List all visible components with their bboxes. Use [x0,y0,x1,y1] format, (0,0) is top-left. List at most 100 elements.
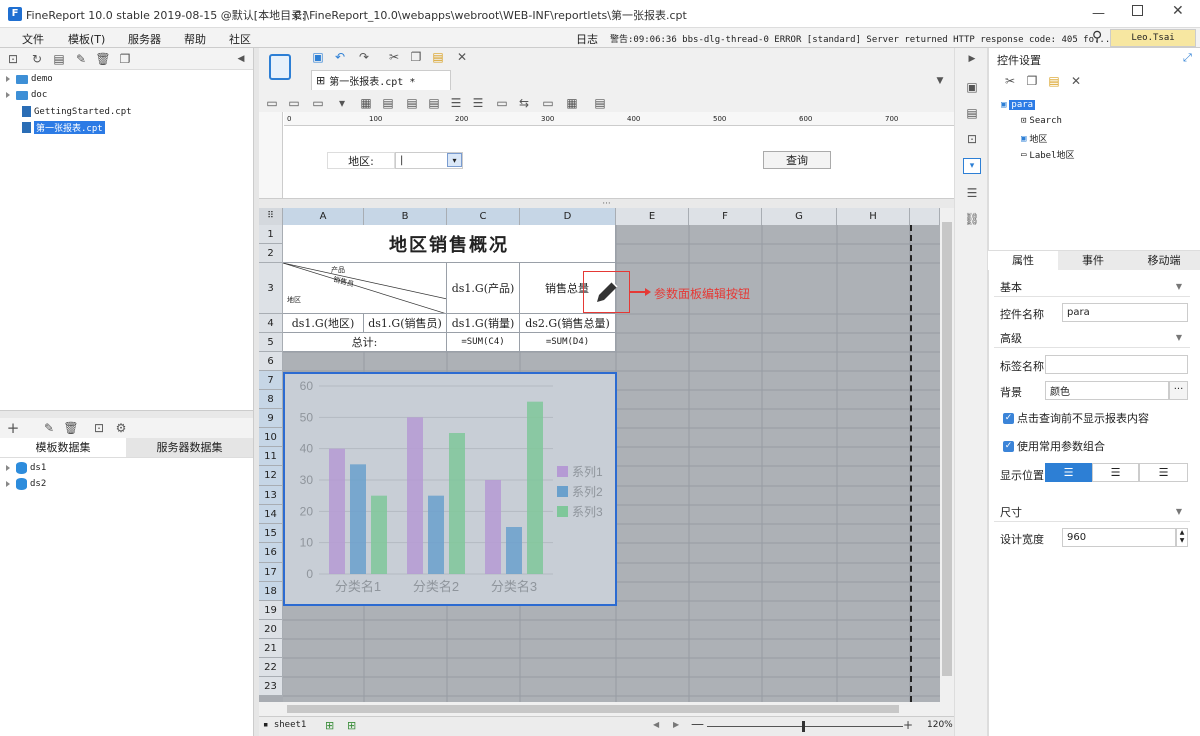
delete-dataset-icon[interactable]: 🗑 [63,421,78,435]
save-icon[interactable]: ▣ [311,50,325,64]
panel-splitter[interactable] [0,410,253,418]
cell-b4[interactable]: ds1.G(销售员) [364,314,447,333]
align-left-button[interactable]: ☰ [1045,463,1092,482]
row-header[interactable]: 16 [259,543,283,563]
widget-tree-para[interactable]: ▣ para [1001,100,1036,110]
design-width-input[interactable]: 960 [1062,528,1176,547]
param-edit-button[interactable] [583,271,630,313]
row-header[interactable]: 18 [259,582,283,601]
warning-message[interactable]: 警告:09:06:36 bbs-dlg-thread-0 ERROR [stan… [610,32,1110,45]
dataset-item-ds1[interactable]: ds1 [6,462,46,474]
row-header[interactable]: 2 [259,244,283,263]
menu-help[interactable]: 帮助 [184,31,206,47]
cut-icon[interactable]: ✂ [387,50,401,64]
col-header[interactable]: F [689,208,762,225]
tree-item-first-report[interactable]: 第一张报表.cpt [22,121,105,134]
row-header[interactable]: 15 [259,524,283,543]
zoom-out-icon[interactable]: — [691,717,704,732]
col-header[interactable]: G [762,208,837,225]
tab-mobile[interactable]: 移动端 [1128,250,1200,270]
user-badge[interactable]: Leo.Tsai [1110,29,1196,47]
col-header[interactable]: D [520,208,616,225]
cut-icon[interactable]: ✂ [1003,74,1017,88]
delete-icon[interactable]: ✕ [1069,74,1083,88]
maximize-button[interactable] [1132,5,1143,16]
zoom-slider-thumb[interactable] [802,721,805,732]
add-sheet-icon[interactable]: ⊞ [347,719,356,732]
row-header[interactable]: 21 [259,639,283,658]
widget-tree-combo-icon[interactable]: ▦ [565,96,579,110]
tree-item-demo[interactable]: demo [6,74,53,84]
background-more-button[interactable]: ··· [1169,381,1188,400]
param-region-label[interactable]: 地区: [327,152,395,169]
cell-a4[interactable]: ds1.G(地区) [283,314,364,333]
widget-tree-search[interactable]: ⊡ Search [1021,116,1062,126]
row-header[interactable]: 22 [259,658,283,677]
float-element-icon[interactable]: ▤ [965,106,979,120]
refresh-icon[interactable]: ↻ [30,52,44,66]
row-header[interactable]: 17 [259,563,283,582]
zoom-level[interactable]: 120% [927,720,953,730]
new-folder-icon[interactable]: ⊡ [6,52,20,66]
widget-name-input[interactable]: para [1062,303,1188,322]
paste-icon[interactable]: ▤ [431,50,445,64]
tab-menu-icon[interactable]: ▼ [933,74,947,88]
paste-icon[interactable]: ▤ [1047,74,1061,88]
param-splitter[interactable]: ··· [259,198,954,209]
zoom-in-icon[interactable]: + [903,718,913,732]
add-sheet-icon[interactable]: ⊞ [325,719,334,732]
dataset-settings-icon[interactable]: ⚙ [114,421,128,435]
row-header[interactable]: 13 [259,486,283,505]
search-icon[interactable]: ⚲ [1092,29,1102,45]
row-header[interactable]: 20 [259,620,283,639]
sheet-tab[interactable]: ▪ sheet1 [263,720,306,730]
vertical-scrollbar[interactable] [940,208,954,702]
minimize-button[interactable]: — [1092,6,1105,21]
bar-chart[interactable]: 60 50 40 30 20 10 0 分类名1 分类名2 分类名3 系列1 系列2 系列3 [283,372,617,606]
col-header[interactable]: C [447,208,520,225]
widget-checkbox-icon[interactable]: ☰ [449,96,463,110]
row-header[interactable]: 4 [259,314,283,333]
tab-template-dataset[interactable]: 模板数据集 [0,438,126,458]
row-header[interactable]: 1 [259,225,283,244]
background-select[interactable]: 颜色 [1045,381,1169,400]
hyperlink-icon[interactable]: ⛓ [964,212,979,226]
col-header[interactable]: A [283,208,364,225]
cell-attr-icon[interactable]: ▣ [965,80,979,94]
widget-radio-icon[interactable]: ☰ [471,96,485,110]
row-header[interactable]: 8 [259,390,283,409]
tree-item-gettingstarted[interactable]: GettingStarted.cpt [22,106,132,117]
report-title-cell[interactable]: 地区销售概况 [283,225,616,263]
tree-item-doc[interactable]: doc [6,90,47,100]
copy-icon[interactable]: ❐ [409,50,423,64]
col-header[interactable]: H [837,208,910,225]
widget-label-icon[interactable]: ▭ [287,96,301,110]
advanced-section[interactable]: 高级 ▼ [994,328,1190,348]
row-header[interactable]: 7 [259,371,283,390]
widget-slider-icon[interactable]: ⇆ [517,96,531,110]
size-section[interactable]: 尺寸 ▼ [994,502,1190,522]
widget-tree-label-region[interactable]: ▭ Label地区 [1021,148,1075,162]
preview-dataset-icon[interactable]: ⊡ [92,421,106,435]
cell-d4[interactable]: ds2.G(销售总量) [520,314,616,333]
expand-panel-icon[interactable]: ⤢ [1183,51,1192,65]
row-header[interactable]: 23 [259,677,283,696]
undo-icon[interactable]: ↶ [333,50,347,64]
col-header[interactable]: E [616,208,689,225]
cell-c4[interactable]: ds1.G(销量) [447,314,520,333]
widget-tree-region[interactable]: ▣ 地区 [1021,132,1047,146]
horizontal-scroll-thumb[interactable] [287,705,899,713]
row-header[interactable]: 14 [259,505,283,524]
cell-a5[interactable]: 总计: [283,333,447,352]
redo-icon[interactable]: ↷ [357,50,371,64]
vertical-scroll-thumb[interactable] [942,222,952,676]
row-header[interactable]: 3 [259,263,283,314]
template-mode-icon[interactable] [269,54,291,80]
scroll-left-icon[interactable]: ◀ [653,720,659,729]
delete-icon[interactable]: 🗑 [95,52,110,66]
row-header[interactable]: 19 [259,601,283,620]
widget-button-icon[interactable]: ▭ [311,96,325,110]
widget-number-icon[interactable]: ▤ [427,96,441,110]
copy-icon[interactable]: ❐ [118,52,132,66]
widget-password-icon[interactable]: ▭ [541,96,555,110]
